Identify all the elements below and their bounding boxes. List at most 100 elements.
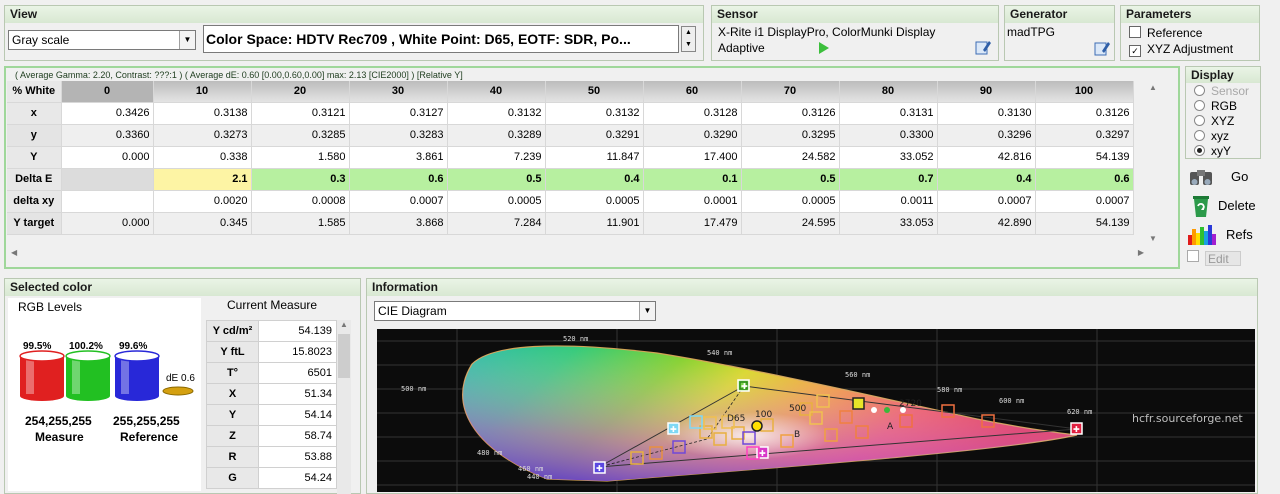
- grid-cell[interactable]: 0.3291: [545, 124, 644, 147]
- grid-cell[interactable]: 0.3360: [61, 124, 154, 147]
- grid-cell[interactable]: 0.0011: [839, 190, 938, 213]
- spinner-up-icon[interactable]: ▲: [682, 27, 695, 39]
- grid-cell[interactable]: 0.3289: [447, 124, 546, 147]
- view-mode-select[interactable]: Gray scale ▼: [8, 30, 196, 50]
- grid-cell[interactable]: 24.582: [741, 146, 840, 169]
- grid-cell[interactable]: 0.0007: [937, 190, 1036, 213]
- grid-cell[interactable]: 0.3126: [741, 102, 840, 125]
- play-icon[interactable]: [816, 41, 830, 55]
- grid-cell[interactable]: 0.0007: [1035, 190, 1134, 213]
- grid-cell[interactable]: 0.3426: [61, 102, 154, 125]
- grid-cell[interactable]: 17.400: [643, 146, 742, 169]
- grid-cell[interactable]: 0.3138: [153, 102, 252, 125]
- scroll-up-icon[interactable]: ▲: [337, 320, 351, 329]
- grid-cell[interactable]: 0.0007: [349, 190, 448, 213]
- delete-button[interactable]: Delete: [1186, 193, 1260, 219]
- grid-cell[interactable]: 42.890: [937, 212, 1036, 235]
- grid-cell[interactable]: 0.0008: [251, 190, 350, 213]
- grid-cell[interactable]: 1.580: [251, 146, 350, 169]
- display-option-sensor[interactable]: Sensor: [1194, 84, 1249, 99]
- grid-cell[interactable]: 0.3290: [643, 124, 742, 147]
- reference-checkbox[interactable]: Reference: [1129, 26, 1202, 40]
- grid-cell[interactable]: 0.5: [741, 168, 840, 191]
- grid-column-header[interactable]: 0: [61, 81, 154, 103]
- grid-cell[interactable]: 0.0005: [447, 190, 546, 213]
- grid-cell[interactable]: 0.3128: [643, 102, 742, 125]
- scroll-right-icon[interactable]: ▶: [1138, 248, 1144, 257]
- grid-cell[interactable]: 0.338: [153, 146, 252, 169]
- grid-cell[interactable]: 11.901: [545, 212, 644, 235]
- grid-vertical-scrollbar[interactable]: ▲ ▼: [1146, 83, 1160, 243]
- grid-cell[interactable]: 0.3126: [1035, 102, 1134, 125]
- display-option-xyy[interactable]: xyY: [1194, 144, 1249, 159]
- grid-cell[interactable]: 0.3295: [741, 124, 840, 147]
- edit-icon[interactable]: [975, 39, 991, 55]
- grid-cell[interactable]: 3.868: [349, 212, 448, 235]
- grid-cell[interactable]: 0.5: [447, 168, 546, 191]
- grid-cell[interactable]: 17.479: [643, 212, 742, 235]
- chevron-down-icon[interactable]: ▼: [179, 31, 195, 49]
- edit-icon[interactable]: [1094, 40, 1110, 56]
- spinner-down-icon[interactable]: ▼: [682, 39, 695, 51]
- grid-cell[interactable]: 0.3127: [349, 102, 448, 125]
- grid-cell[interactable]: 33.053: [839, 212, 938, 235]
- grid-cell[interactable]: 7.284: [447, 212, 546, 235]
- grid-cell[interactable]: 0.3283: [349, 124, 448, 147]
- refs-button[interactable]: Refs: [1186, 222, 1260, 248]
- grid-cell[interactable]: 0.6: [1035, 168, 1134, 191]
- grid-cell[interactable]: 0.6: [349, 168, 448, 191]
- reference-check-box[interactable]: [1129, 26, 1141, 38]
- grid-cell[interactable]: 0.3132: [545, 102, 644, 125]
- chevron-down-icon[interactable]: ▼: [639, 302, 655, 320]
- view-info-spinner[interactable]: ▲ ▼: [681, 26, 696, 52]
- grid-cell[interactable]: 0.0005: [741, 190, 840, 213]
- grid-cell[interactable]: 54.139: [1035, 212, 1134, 235]
- information-view-select[interactable]: CIE Diagram ▼: [374, 301, 656, 321]
- edit-check-box[interactable]: [1187, 250, 1199, 262]
- radio-button[interactable]: [1194, 100, 1205, 111]
- grid-cell[interactable]: 0.3300: [839, 124, 938, 147]
- grid-cell[interactable]: 0.3285: [251, 124, 350, 147]
- grid-cell[interactable]: 0.3131: [839, 102, 938, 125]
- grid-cell[interactable]: 54.139: [1035, 146, 1134, 169]
- grid-column-header[interactable]: 80: [839, 81, 938, 103]
- go-button[interactable]: Go: [1186, 164, 1260, 190]
- grid-horizontal-scrollbar[interactable]: ◀ ▶: [9, 247, 1146, 261]
- grid-cell[interactable]: 33.052: [839, 146, 938, 169]
- xyz-adjustment-check-box[interactable]: ✓: [1129, 45, 1141, 57]
- display-option-rgb[interactable]: RGB: [1194, 99, 1249, 114]
- grid-column-header[interactable]: 40: [447, 81, 546, 103]
- radio-button[interactable]: [1194, 130, 1205, 141]
- radio-button[interactable]: [1194, 145, 1205, 156]
- grid-cell[interactable]: 0.3130: [937, 102, 1036, 125]
- grid-cell[interactable]: 24.595: [741, 212, 840, 235]
- scroll-up-icon[interactable]: ▲: [1146, 83, 1160, 92]
- display-option-xyz[interactable]: XYZ: [1194, 114, 1249, 129]
- grid-column-header[interactable]: 60: [643, 81, 742, 103]
- grid-cell[interactable]: 0.345: [153, 212, 252, 235]
- display-option-xyz[interactable]: xyz: [1194, 129, 1249, 144]
- grid-cell[interactable]: 0.3297: [1035, 124, 1134, 147]
- grid-cell[interactable]: 11.847: [545, 146, 644, 169]
- grid-cell[interactable]: 0.4: [937, 168, 1036, 191]
- grid-cell[interactable]: 0.000: [61, 212, 154, 235]
- grid-cell[interactable]: 0.3132: [447, 102, 546, 125]
- grid-column-header[interactable]: 50: [545, 81, 644, 103]
- grid-column-header[interactable]: 10: [153, 81, 252, 103]
- grid-cell[interactable]: [61, 190, 154, 213]
- grid-cell[interactable]: 0.3: [251, 168, 350, 191]
- scroll-thumb[interactable]: [338, 334, 350, 378]
- scroll-left-icon[interactable]: ◀: [11, 248, 17, 257]
- grid-cell[interactable]: 0.1: [643, 168, 742, 191]
- grid-cell[interactable]: 0.3296: [937, 124, 1036, 147]
- xyz-adjustment-checkbox[interactable]: ✓ XYZ Adjustment: [1129, 42, 1233, 57]
- grid-cell[interactable]: 2.1: [153, 168, 252, 191]
- radio-button[interactable]: [1194, 115, 1205, 126]
- radio-button[interactable]: [1194, 85, 1205, 96]
- grid-cell[interactable]: 0.7: [839, 168, 938, 191]
- scroll-down-icon[interactable]: ▼: [1146, 234, 1160, 243]
- grid-column-header[interactable]: 20: [251, 81, 350, 103]
- edit-toggle[interactable]: Edit: [1187, 250, 1241, 267]
- grid-cell[interactable]: 7.239: [447, 146, 546, 169]
- grid-column-header[interactable]: 30: [349, 81, 448, 103]
